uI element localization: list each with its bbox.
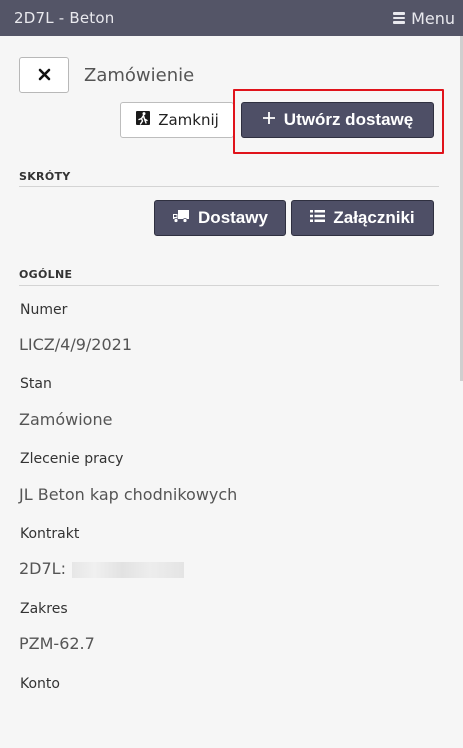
deliveries-label: Dostawy bbox=[198, 208, 268, 227]
field-label-kontrakt: Kontrakt bbox=[20, 526, 80, 542]
deliveries-button[interactable]: Dostawy bbox=[154, 200, 286, 236]
create-delivery-button[interactable]: Utwórz dostawę bbox=[241, 102, 434, 138]
field-label-stan: Stan bbox=[20, 376, 52, 392]
field-value-kontrakt-row: 2D7L: bbox=[19, 559, 184, 578]
attachments-label: Załączniki bbox=[333, 208, 415, 227]
zamknij-label: Zamknij bbox=[158, 111, 219, 129]
field-value-zlecenie: JL Beton kap chodnikowych bbox=[19, 485, 238, 504]
field-label-zakres: Zakres bbox=[20, 601, 68, 617]
menu-label: Menu bbox=[411, 8, 455, 28]
truck-icon bbox=[172, 208, 190, 228]
zamknij-button[interactable]: Zamknij bbox=[120, 102, 234, 138]
menu-button[interactable]: Menu bbox=[393, 9, 455, 28]
x-icon bbox=[38, 66, 51, 85]
field-value-numer: LICZ/4/9/2021 bbox=[19, 335, 133, 354]
create-delivery-label: Utwórz dostawę bbox=[283, 110, 414, 129]
field-value-zakres: PZM-62.7 bbox=[19, 634, 95, 653]
page-title: Zamówienie bbox=[84, 65, 195, 86]
attachments-button[interactable]: Załączniki bbox=[291, 200, 434, 236]
field-label-numer: Numer bbox=[20, 302, 68, 318]
hamburger-icon bbox=[393, 12, 406, 24]
running-exit-icon bbox=[135, 110, 151, 130]
list-icon bbox=[310, 208, 326, 228]
field-label-zlecenie: Zlecenie pracy bbox=[20, 451, 124, 467]
top-bar: 2D7L - Beton Menu bbox=[0, 0, 463, 36]
close-button[interactable] bbox=[19, 57, 69, 93]
general-heading: OGÓLNE bbox=[19, 268, 73, 281]
field-value-stan: Zamówione bbox=[19, 410, 113, 429]
shortcuts-heading: SKRÓTY bbox=[19, 170, 71, 183]
field-value-kontrakt: 2D7L: bbox=[19, 559, 66, 578]
main-content: Zamówienie Zamknij Utwórz dostawę SKRÓTY bbox=[0, 36, 463, 748]
plus-icon bbox=[262, 110, 276, 130]
app-title: 2D7L - Beton bbox=[14, 9, 115, 27]
field-label-konto: Konto bbox=[20, 676, 60, 692]
redacted-block bbox=[71, 561, 184, 578]
divider bbox=[19, 285, 439, 286]
divider bbox=[19, 186, 439, 187]
